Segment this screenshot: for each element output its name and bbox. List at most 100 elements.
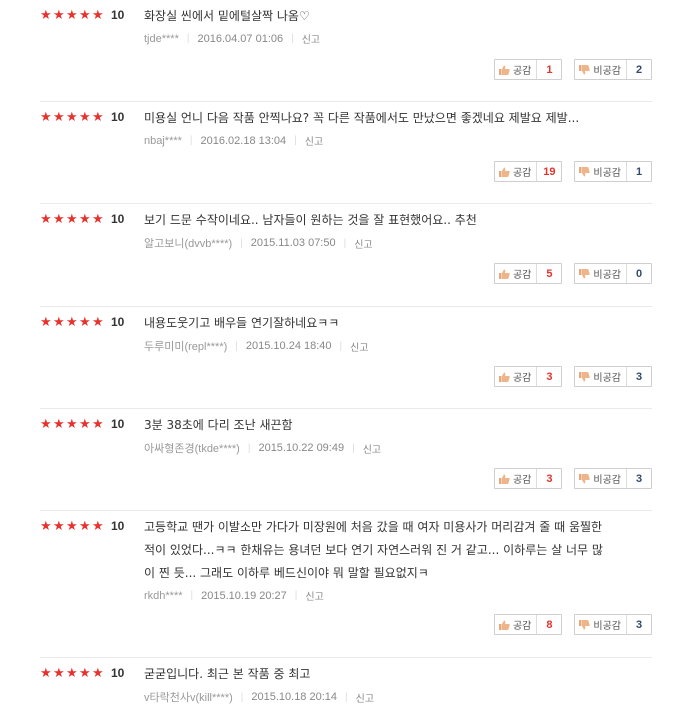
dislike-button[interactable]: 비공감 1 (574, 161, 652, 182)
separator: | (294, 590, 298, 601)
like-button[interactable]: 공감 8 (493, 614, 563, 635)
separator: | (345, 691, 348, 703)
thumbs-up-icon (498, 372, 510, 382)
rating-score: 10 (111, 110, 125, 124)
star-icon: ★ (79, 314, 91, 330)
star-icon: ★ (66, 518, 78, 534)
dislike-label-wrap: 비공감 (575, 60, 627, 79)
thumbs-down-icon (579, 371, 591, 381)
like-label: 공감 (512, 475, 532, 486)
dislike-count: 0 (635, 267, 643, 280)
review-text: 화장실 씬에서 밑에털살짝 나옴♡ (144, 9, 310, 23)
like-button[interactable]: 공감 19 (493, 161, 563, 182)
review-text: 보기 드문 수작이네요.. 남자들이 원하는 것을 잘 표현했어요.. 추천 (144, 213, 477, 227)
star-icon: ★ (53, 109, 65, 125)
review-date: 2016.02.18 13:04 (200, 134, 287, 147)
review-date: 2016.04.07 01:06 (197, 32, 284, 45)
report-link[interactable]: 신고 (354, 236, 372, 251)
star-icon: ★ (40, 109, 52, 125)
vote-group: 공감 19 비공감 1 (493, 161, 652, 182)
stars: ★ ★ ★ ★ ★ (40, 111, 105, 124)
report-link[interactable]: 신고 (302, 31, 320, 46)
like-count: 8 (546, 618, 553, 631)
thumbs-down-icon (579, 619, 591, 629)
star-icon: ★ (92, 109, 104, 125)
review-text: 내용도웃기고 배우들 연기잘하네요ㅋㅋ (144, 316, 340, 330)
dislike-button[interactable]: 비공감 3 (574, 614, 652, 635)
like-button[interactable]: 공감 5 (493, 263, 563, 284)
report-link[interactable]: 신고 (305, 588, 323, 603)
report-link[interactable]: 신고 (356, 690, 374, 705)
vote-group: 공감 3 비공감 3 (493, 468, 652, 489)
like-count: 3 (546, 370, 553, 383)
vote-group: 공감 8 비공감 3 (493, 614, 652, 635)
review-item: ★ ★ ★ ★ ★ 10 내용도웃기고 배우들 연기잘하네요ㅋㅋ 두루미미(repl**… (40, 307, 652, 409)
star-icon: ★ (79, 518, 91, 534)
thumbs-up-icon (498, 269, 510, 279)
star-rating: ★ ★ ★ ★ ★ 10 (40, 8, 124, 22)
like-label: 공감 (512, 66, 532, 77)
star-icon: ★ (66, 109, 78, 125)
like-count: 1 (546, 63, 553, 76)
username: rkdh**** (144, 589, 183, 602)
like-count: 19 (543, 165, 556, 178)
star-icon: ★ (66, 211, 78, 227)
username: 아싸형존경(tkde****) (144, 443, 240, 455)
thumbs-up-icon (498, 474, 510, 484)
thumbs-down-icon (579, 166, 591, 176)
like-count: 3 (546, 472, 553, 485)
like-button[interactable]: 공감 3 (493, 366, 563, 387)
thumbs-down-icon (579, 473, 591, 483)
report-link[interactable]: 신고 (363, 441, 381, 456)
dislike-label: 비공감 (593, 621, 621, 632)
like-count: 5 (546, 267, 553, 280)
dislike-count: 2 (635, 63, 643, 76)
separator: | (240, 237, 243, 249)
username: nbaj**** (144, 134, 182, 147)
rating-score: 10 (111, 519, 125, 533)
rating-score: 10 (111, 666, 125, 680)
like-label: 공감 (512, 621, 532, 632)
star-icon: ★ (66, 665, 78, 681)
star-icon: ★ (53, 314, 65, 330)
dislike-label: 비공감 (593, 475, 621, 486)
star-icon: ★ (53, 211, 65, 227)
dislike-button[interactable]: 비공감 0 (574, 263, 652, 284)
star-icon: ★ (79, 665, 91, 681)
star-icon: ★ (66, 7, 78, 23)
rating-score: 10 (111, 8, 125, 22)
dislike-button[interactable]: 비공감 2 (574, 59, 652, 80)
star-icon: ★ (92, 518, 104, 534)
separator: | (186, 33, 190, 44)
dislike-button[interactable]: 비공감 3 (574, 468, 652, 489)
dislike-count: 3 (635, 472, 643, 485)
review-item: ★ ★ ★ ★ ★ 10 굳굳입니다. 최근 본 작품 중 최고 v타락천사v(kill… (40, 658, 652, 718)
report-link[interactable]: 신고 (305, 133, 323, 148)
review-date: 2015.10.19 20:27 (201, 589, 287, 602)
star-icon: ★ (92, 314, 104, 330)
stars: ★ ★ ★ ★ ★ (40, 520, 105, 533)
rating-score: 10 (111, 417, 125, 431)
dislike-button[interactable]: 비공감 3 (574, 366, 652, 387)
like-label: 공감 (512, 270, 532, 281)
like-label-wrap: 공감 (495, 162, 538, 181)
separator: | (247, 442, 251, 454)
like-button[interactable]: 공감 3 (493, 468, 563, 489)
stars: ★ ★ ★ ★ ★ (40, 667, 105, 680)
star-rating: ★ ★ ★ ★ ★ 10 (40, 315, 124, 329)
stars: ★ ★ ★ ★ ★ (40, 316, 105, 329)
separator: | (343, 237, 347, 249)
star-icon: ★ (92, 7, 104, 23)
dislike-label: 비공감 (593, 168, 621, 179)
dislike-label-wrap: 비공감 (575, 264, 627, 283)
review-meta: 알고보니(dvvb****) | 2015.11.03 07:50 | 신고 (144, 235, 373, 251)
review-meta: tjde**** | 2016.04.07 01:06 | 신고 (144, 31, 320, 47)
star-icon: ★ (40, 416, 52, 432)
star-icon: ★ (92, 211, 104, 227)
report-link[interactable]: 신고 (350, 339, 368, 354)
thumbs-up-icon (498, 167, 510, 177)
thumbs-down-icon (579, 64, 591, 74)
like-button[interactable]: 공감 1 (493, 59, 563, 80)
star-icon: ★ (79, 7, 91, 23)
thumbs-up-icon (498, 65, 510, 75)
